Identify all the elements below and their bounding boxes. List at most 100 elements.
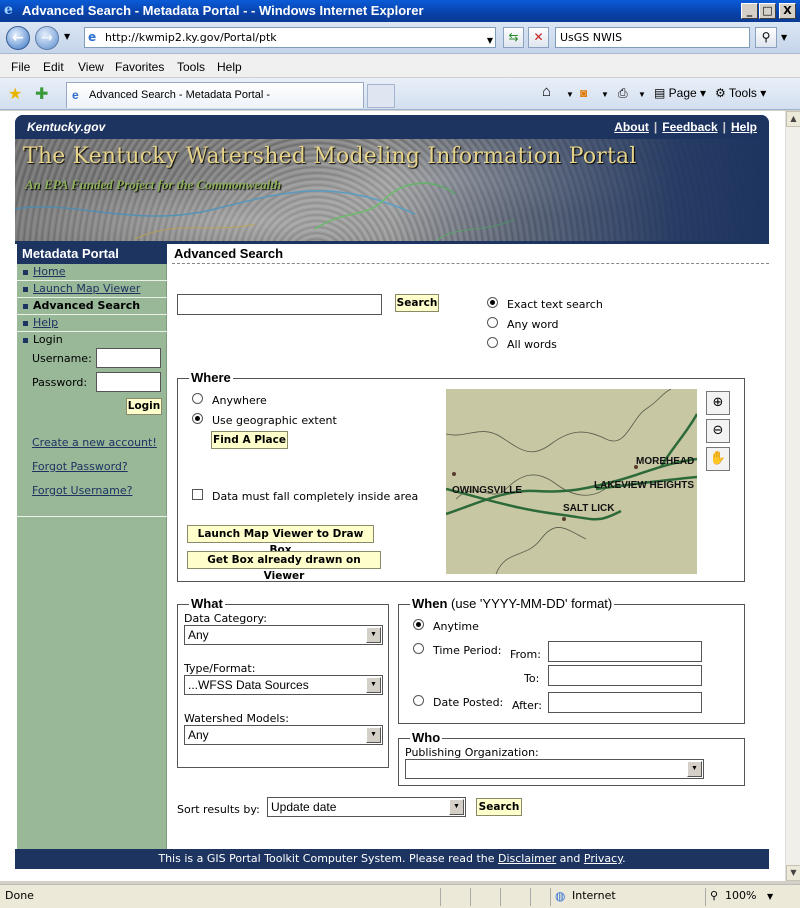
inside-area-checkbox[interactable] — [192, 489, 203, 500]
close-button[interactable]: X — [779, 3, 796, 19]
kentucky-gov-logo[interactable]: Kentucky.gov — [27, 120, 105, 134]
launch-map-viewer-button[interactable]: Launch Map Viewer to Draw Box — [187, 525, 374, 556]
forgot-username-link[interactable]: Forgot Username? — [32, 484, 132, 497]
type-format-select[interactable]: ...WFSS Data Sources ▼ — [184, 675, 383, 695]
chevron-down-icon: ▼ — [366, 627, 381, 643]
favorites-star-icon[interactable]: ★ — [8, 84, 22, 103]
publishing-org-select[interactable]: ▼ — [405, 759, 704, 779]
minimize-button[interactable]: _ — [741, 3, 758, 19]
print-dropdown-icon[interactable]: ▼ — [638, 90, 646, 99]
privacy-link[interactable]: Privacy — [584, 852, 622, 865]
pan-hand-icon[interactable]: ✋ — [706, 447, 730, 471]
get-box-button[interactable]: Get Box already drawn on Viewer — [187, 551, 381, 582]
page-menu[interactable]: ▤ Page ▾ — [654, 86, 706, 100]
publishing-org-label: Publishing Organization: — [405, 746, 539, 759]
data-category-select[interactable]: Any ▼ — [184, 625, 383, 645]
menu-file[interactable]: File — [11, 60, 30, 74]
sidebar-item-label[interactable]: Home — [33, 265, 65, 278]
refresh-icon[interactable]: ⇆ — [503, 27, 524, 48]
home-icon[interactable]: ⌂ — [542, 83, 551, 100]
sidebar-item-launch-map-viewer[interactable]: Launch Map Viewer — [17, 281, 167, 298]
url-field[interactable]: e http://kwmip2.ky.gov/Portal/ptk ▼ — [84, 27, 496, 48]
tools-menu[interactable]: ⚙ Tools ▾ — [715, 86, 766, 100]
back-icon[interactable]: ← — [6, 26, 30, 50]
time-period-label: Time Period: — [433, 644, 502, 657]
disclaimer-link[interactable]: Disclaimer — [498, 852, 556, 865]
find-place-button[interactable]: Find A Place — [211, 431, 288, 449]
feeds-dropdown-icon[interactable]: ▼ — [601, 90, 609, 99]
search-icon[interactable]: ⚲ — [755, 27, 777, 48]
sort-search-button[interactable]: Search — [476, 798, 522, 816]
zoom-icon[interactable]: ⚲ — [710, 889, 718, 902]
menu-view[interactable]: View — [78, 60, 104, 74]
anytime-radio[interactable] — [413, 619, 424, 630]
live-search-input[interactable]: UsGS NWIS — [555, 27, 750, 48]
scroll-down-icon[interactable]: ▼ — [786, 865, 800, 881]
after-label: After: — [512, 699, 542, 712]
page-title: Advanced Search — [172, 244, 769, 264]
sidebar-item-home[interactable]: Home — [17, 264, 167, 281]
login-button[interactable]: Login — [126, 398, 162, 415]
when-legend: When (use 'YYYY-MM-DD' format) — [410, 596, 615, 611]
watershed-models-select[interactable]: Any ▼ — [184, 725, 383, 745]
sidebar-item-advanced-search[interactable]: Advanced Search — [17, 298, 167, 315]
ie-icon: e — [4, 2, 13, 18]
menu-help[interactable]: Help — [217, 60, 242, 74]
feedback-link[interactable]: Feedback — [662, 120, 717, 134]
zoom-in-icon[interactable]: ⊕ — [706, 391, 730, 415]
anywhere-radio[interactable] — [192, 393, 203, 404]
create-account-link[interactable]: Create a new account! — [32, 436, 157, 449]
scroll-up-icon[interactable]: ▲ — [786, 111, 800, 127]
sidebar-item-label[interactable]: Help — [33, 316, 58, 329]
sidebar-item-help[interactable]: Help — [17, 315, 167, 332]
when-legend-text: When — [412, 596, 448, 611]
status-segment — [440, 888, 470, 906]
date-posted-radio[interactable] — [413, 695, 424, 706]
status-bar: Done ◍ Internet ⚲ 100% ▼ — [0, 884, 800, 908]
window-title-bar[interactable]: e Advanced Search - Metadata Portal - - … — [0, 0, 800, 22]
use-extent-radio[interactable] — [192, 413, 203, 424]
password-input[interactable] — [96, 372, 161, 392]
tab-advanced-search[interactable]: e Advanced Search - Metadata Portal - — [66, 82, 364, 108]
new-tab-button[interactable] — [367, 84, 395, 108]
exact-text-radio[interactable] — [487, 297, 498, 308]
menu-favorites[interactable]: Favorites — [115, 60, 164, 74]
map-label-owingsville: OWINGSVILLE — [452, 485, 522, 496]
help-link[interactable]: Help — [731, 120, 757, 134]
username-input[interactable] — [96, 348, 161, 368]
about-link[interactable]: About — [614, 120, 649, 134]
window-title: Advanced Search - Metadata Portal - - Wi… — [22, 3, 424, 18]
all-words-radio[interactable] — [487, 337, 498, 348]
zoom-level[interactable]: 100% — [725, 889, 756, 902]
vertical-scrollbar[interactable]: ▲ ▼ — [785, 111, 800, 881]
any-word-radio[interactable] — [487, 317, 498, 328]
home-dropdown-icon[interactable]: ▼ — [566, 90, 574, 99]
sort-select[interactable]: Update date ▼ — [267, 797, 466, 817]
to-date-input[interactable] — [548, 665, 702, 686]
after-date-input[interactable] — [548, 692, 702, 713]
url-dropdown-icon[interactable]: ▼ — [487, 31, 493, 50]
sidebar-header: Metadata Portal — [17, 244, 167, 264]
menu-edit[interactable]: Edit — [43, 60, 64, 74]
keyword-search-input[interactable] — [177, 294, 382, 315]
chevron-down-icon: ▼ — [687, 761, 702, 777]
menu-tools[interactable]: Tools — [177, 60, 205, 74]
from-date-input[interactable] — [548, 641, 702, 662]
search-button[interactable]: Search — [395, 294, 439, 312]
page-menu-label: Page — [668, 86, 697, 100]
sidebar-item-label[interactable]: Launch Map Viewer — [33, 282, 140, 295]
bullet-icon — [23, 337, 28, 343]
extent-map[interactable]: MOREHEAD LAKEVIEW HEIGHTS OWINGSVILLE SA… — [446, 389, 697, 574]
zoom-out-icon[interactable]: ⊖ — [706, 419, 730, 443]
forward-icon[interactable]: → — [35, 26, 59, 50]
stop-icon[interactable]: ✕ — [528, 27, 549, 48]
feeds-icon[interactable]: ◙ — [580, 86, 587, 100]
forgot-password-link[interactable]: Forgot Password? — [32, 460, 128, 473]
history-dropdown-icon[interactable]: ▼ — [64, 32, 70, 41]
add-favorite-icon[interactable]: ✚ — [35, 84, 48, 103]
search-dropdown-icon[interactable]: ▼ — [781, 33, 787, 42]
zoom-dropdown-icon[interactable]: ▼ — [767, 892, 773, 901]
print-icon[interactable]: ⎙ — [618, 86, 628, 101]
maximize-button[interactable]: □ — [759, 3, 776, 19]
time-period-radio[interactable] — [413, 643, 424, 654]
